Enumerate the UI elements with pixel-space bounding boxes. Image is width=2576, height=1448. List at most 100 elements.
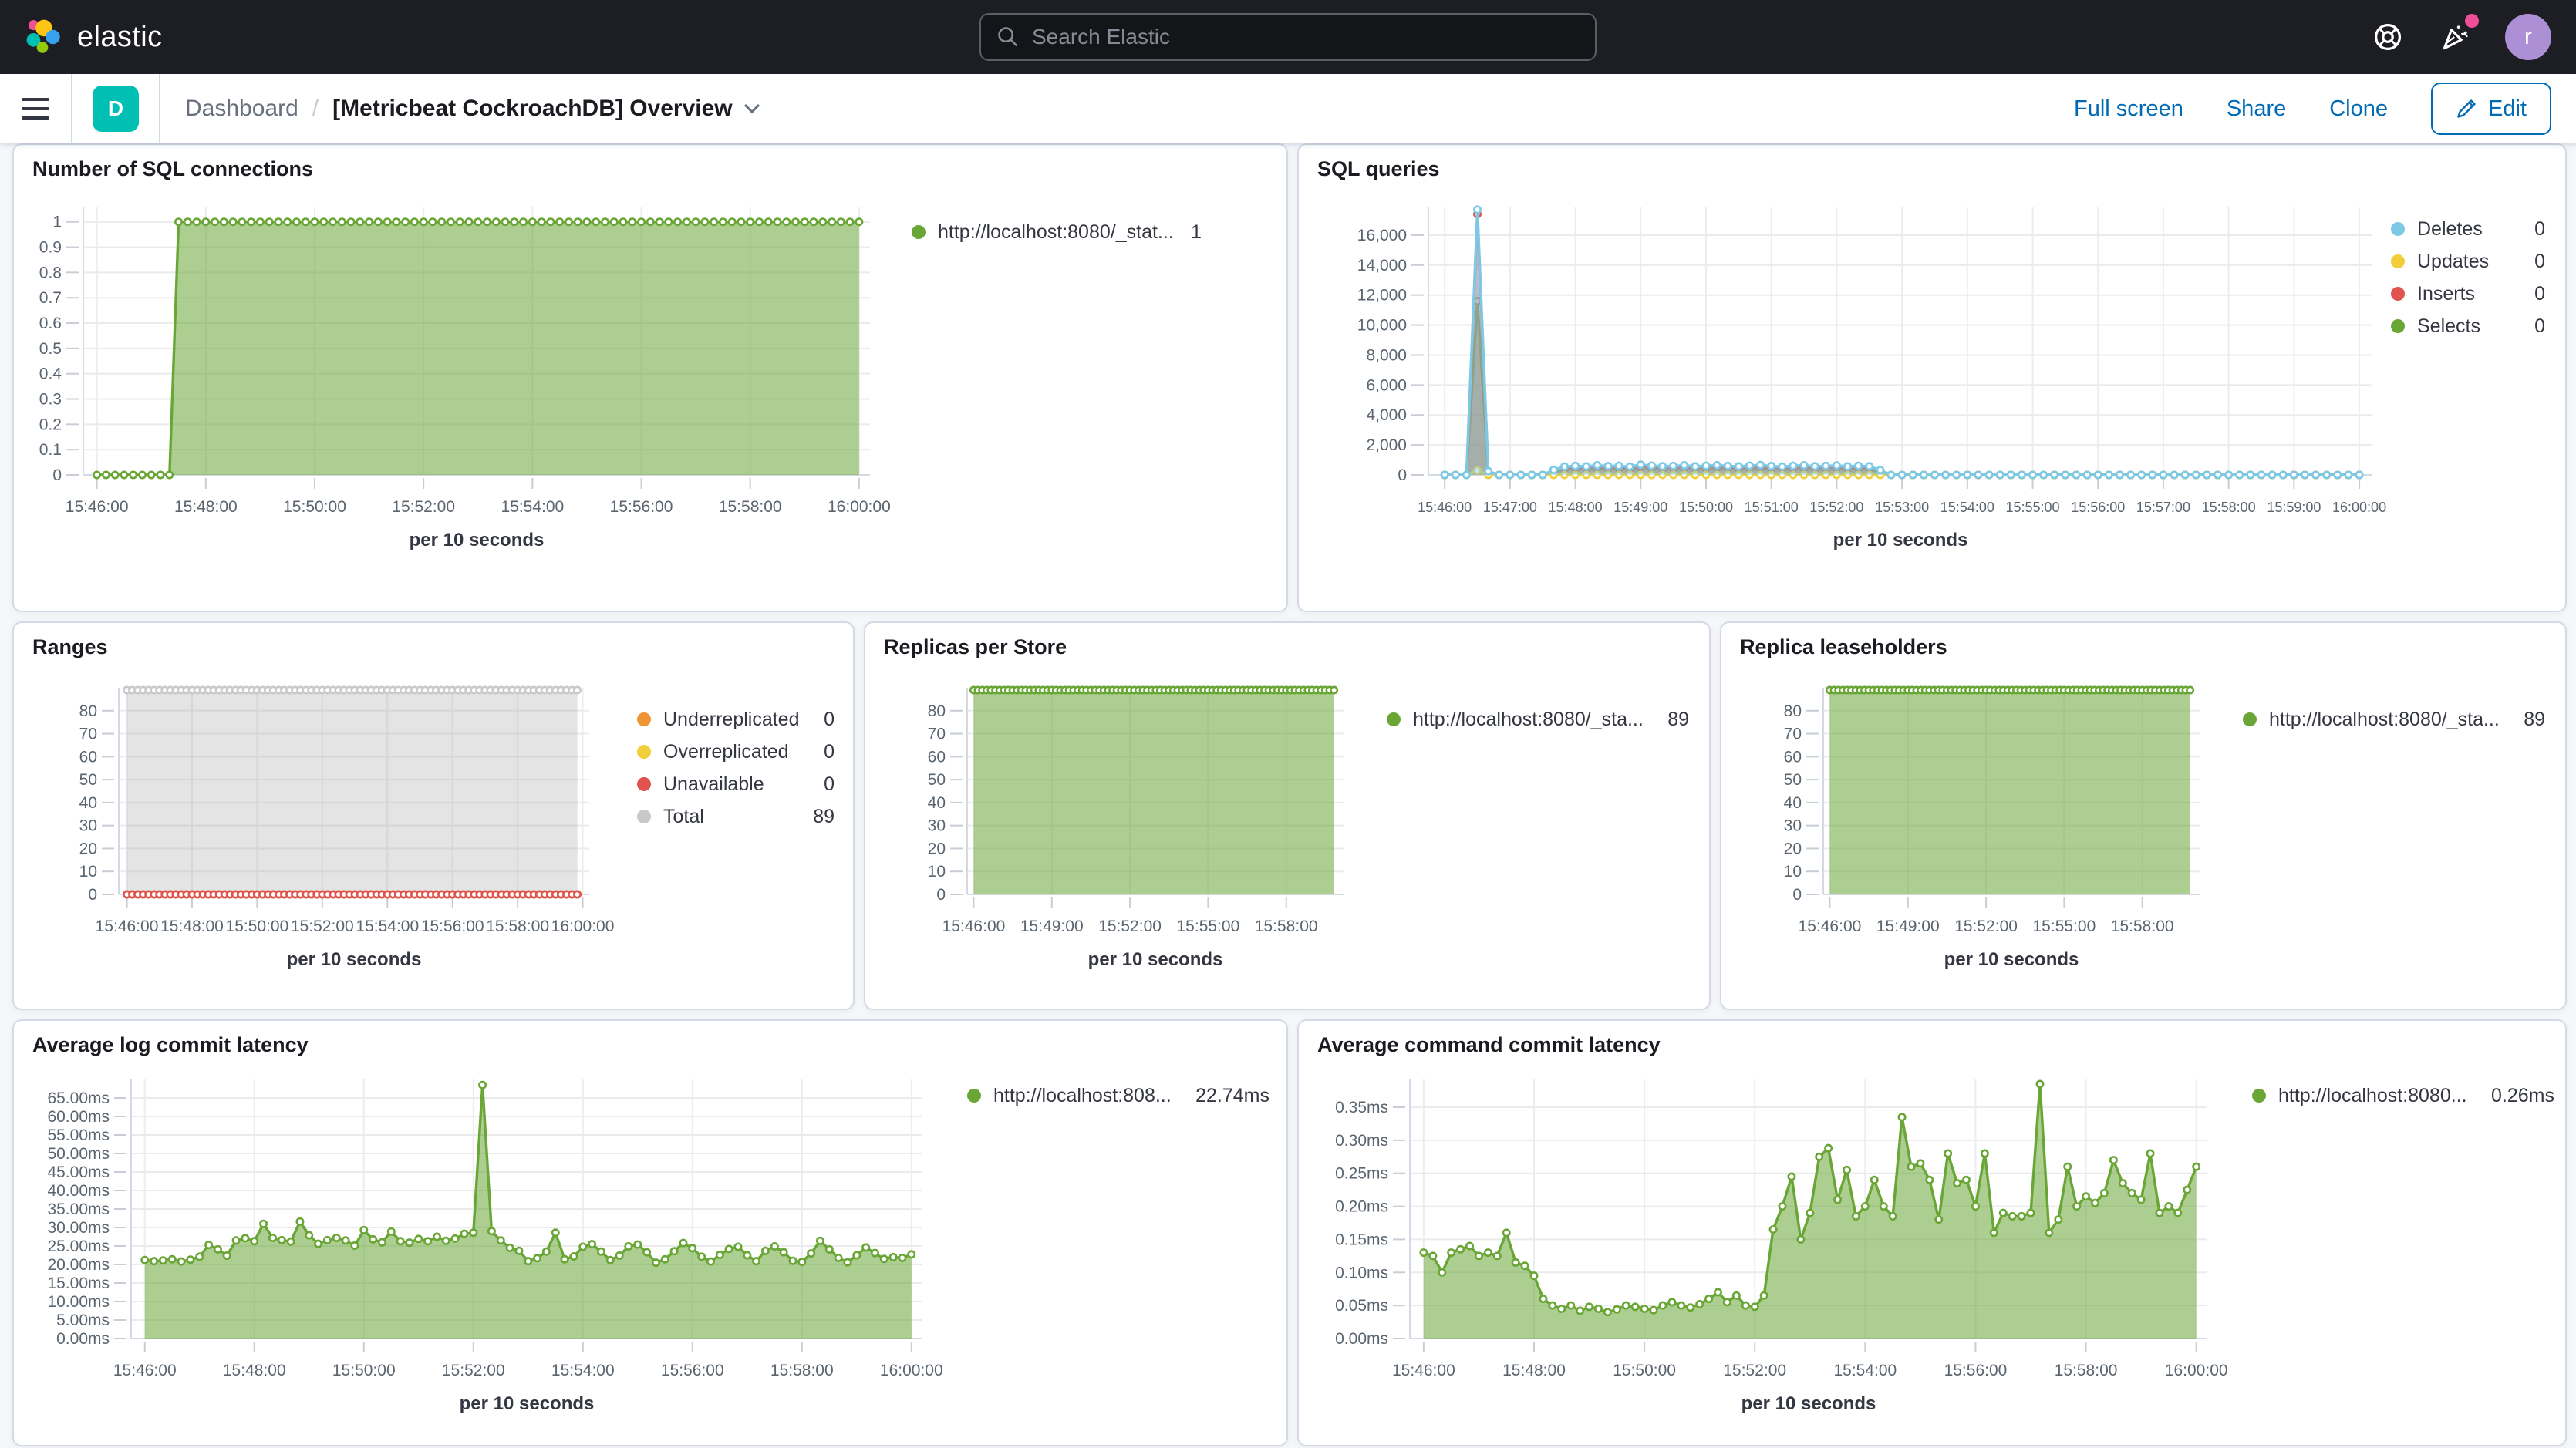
svg-text:16:00:00: 16:00:00	[828, 498, 891, 516]
legend-dot-icon	[637, 777, 651, 791]
legend-item[interactable]: http://localhost:8080/_sta...89	[2243, 703, 2545, 736]
edit-button[interactable]: Edit	[2431, 83, 2551, 135]
search-input[interactable]: Search Elastic	[979, 13, 1597, 61]
svg-text:55.00ms: 55.00ms	[47, 1126, 110, 1144]
svg-text:80: 80	[1784, 702, 1802, 720]
share-button[interactable]: Share	[2227, 96, 2286, 122]
svg-text:10.00ms: 10.00ms	[47, 1293, 110, 1311]
area-chart-replicas-per-store[interactable]: 8070605040302010015:46:0015:49:0015:52:0…	[872, 675, 1381, 993]
legend-item[interactable]: http://localhost:8080/_stat...1	[912, 216, 1202, 248]
clone-button[interactable]: Clone	[2329, 96, 2388, 122]
svg-text:15:52:00: 15:52:00	[1809, 500, 1863, 515]
area-chart-sql-connections[interactable]: 10.90.80.70.60.50.40.30.20.1015:46:0015:…	[26, 197, 990, 567]
legend-item[interactable]: Deletes0	[2391, 213, 2545, 245]
svg-text:30: 30	[1784, 817, 1802, 835]
svg-text:15:55:00: 15:55:00	[1177, 918, 1240, 935]
chart-legend: http://localhost:8080...0.26ms	[2252, 1079, 2554, 1112]
svg-text:15:48:00: 15:48:00	[1502, 1362, 1566, 1379]
svg-text:15:46:00: 15:46:00	[96, 918, 159, 935]
life-ring-icon	[2371, 20, 2405, 54]
chart-legend: http://localhost:8080/_stat...1	[912, 216, 1202, 248]
legend-label: Selects	[2417, 315, 2522, 338]
svg-text:60: 60	[928, 748, 946, 766]
panel-replica-leaseholders: Replica leaseholders 8070605040302010015…	[1720, 621, 2567, 1010]
page-title-text: [Metricbeat CockroachDB] Overview	[332, 96, 733, 122]
svg-text:0.35ms: 0.35ms	[1335, 1099, 1388, 1116]
chart-legend: Underreplicated0Overreplicated0Unavailab…	[637, 703, 835, 833]
legend-label: http://localhost:808...	[993, 1085, 1183, 1107]
legend-dot-icon	[637, 712, 651, 726]
legend-item[interactable]: http://localhost:8080/_sta...89	[1387, 703, 1689, 736]
full-screen-button[interactable]: Full screen	[2074, 96, 2183, 122]
svg-text:per 10 seconds: per 10 seconds	[1944, 949, 2079, 970]
legend-item[interactable]: Underreplicated0	[637, 703, 835, 736]
news-button[interactable]	[2437, 19, 2474, 56]
svg-text:12,000: 12,000	[1357, 287, 1407, 305]
dashboard-badge[interactable]: D	[93, 86, 139, 132]
elastic-logo-icon	[22, 16, 63, 58]
legend-item[interactable]: http://localhost:808... 22.74ms	[967, 1079, 1269, 1112]
legend-item[interactable]: Updates0	[2391, 245, 2545, 278]
svg-text:0: 0	[1398, 466, 1407, 484]
dashboard-grid: Number of SQL connections 10.90.80.70.60…	[0, 143, 2576, 1448]
area-chart-sql-queries[interactable]: 16,00014,00012,00010,0008,0006,0004,0002…	[1311, 197, 2416, 567]
chart-legend: http://localhost:808... 22.74ms	[967, 1079, 1269, 1112]
breadcrumb-dashboard-link[interactable]: Dashboard	[185, 96, 298, 122]
svg-text:15:56:00: 15:56:00	[610, 498, 673, 516]
kibana-app: elastic Search Elastic	[0, 0, 2576, 1448]
legend-value: 22.74ms	[1195, 1085, 1269, 1107]
svg-text:20: 20	[1784, 840, 1802, 857]
legend-value: 0	[2534, 251, 2545, 273]
chart-legend: http://localhost:8080/_sta...89	[2243, 703, 2545, 736]
panel-sql-connections: Number of SQL connections 10.90.80.70.60…	[12, 143, 1288, 612]
svg-text:60.00ms: 60.00ms	[47, 1108, 110, 1126]
svg-text:2,000: 2,000	[1366, 436, 1407, 454]
svg-text:15:52:00: 15:52:00	[392, 498, 455, 516]
legend-item[interactable]: http://localhost:8080...0.26ms	[2252, 1079, 2554, 1112]
legend-item[interactable]: Overreplicated0	[637, 736, 835, 768]
panel-command-commit-latency: Average command commit latency 0.35ms0.3…	[1297, 1019, 2567, 1446]
svg-text:0.9: 0.9	[39, 239, 62, 257]
svg-text:15:46:00: 15:46:00	[113, 1362, 177, 1379]
legend-item[interactable]: Total89	[637, 800, 835, 833]
panel-ranges: Ranges 8070605040302010015:46:0015:48:00…	[12, 621, 855, 1010]
legend-item[interactable]: Unavailable0	[637, 768, 835, 800]
svg-text:70: 70	[928, 726, 946, 743]
area-chart-ranges[interactable]: 8070605040302010015:46:0015:48:0015:50:0…	[20, 675, 637, 993]
svg-text:0.2: 0.2	[39, 416, 62, 433]
chevron-down-icon[interactable]	[743, 103, 760, 114]
nav-menu-button[interactable]	[0, 74, 72, 143]
svg-text:4,000: 4,000	[1366, 406, 1407, 424]
legend-value: 0	[824, 709, 835, 731]
svg-text:per 10 seconds: per 10 seconds	[287, 949, 422, 970]
user-avatar[interactable]: r	[2505, 14, 2551, 60]
elastic-brand[interactable]: elastic	[22, 16, 163, 58]
legend-label: http://localhost:8080...	[2278, 1085, 2479, 1107]
svg-text:15:46:00: 15:46:00	[66, 498, 129, 516]
area-chart-command-commit-latency[interactable]: 0.35ms0.30ms0.25ms0.20ms0.15ms0.10ms0.05…	[1311, 1067, 2246, 1437]
legend-value: 89	[1667, 709, 1689, 731]
legend-item[interactable]: Selects0	[2391, 310, 2545, 342]
legend-value: 0	[2534, 283, 2545, 305]
svg-text:15:57:00: 15:57:00	[2136, 500, 2190, 515]
svg-text:15:50:00: 15:50:00	[1679, 500, 1733, 515]
svg-text:15:51:00: 15:51:00	[1745, 500, 1799, 515]
area-chart-log-commit-latency[interactable]: 65.00ms60.00ms55.00ms50.00ms45.00ms40.00…	[26, 1067, 961, 1437]
brand-text: elastic	[77, 21, 163, 54]
area-chart-replica-leaseholders[interactable]: 8070605040302010015:46:0015:49:0015:52:0…	[1728, 675, 2237, 993]
panel-title: Average log commit latency	[32, 1033, 309, 1057]
svg-text:30.00ms: 30.00ms	[47, 1219, 110, 1237]
svg-text:35.00ms: 35.00ms	[47, 1200, 110, 1218]
svg-text:0.5: 0.5	[39, 340, 62, 358]
search-icon	[996, 25, 1020, 49]
svg-text:10: 10	[928, 863, 946, 881]
legend-dot-icon	[2391, 319, 2405, 333]
svg-text:0.05ms: 0.05ms	[1335, 1297, 1388, 1315]
help-button[interactable]	[2369, 19, 2406, 56]
svg-text:15:50:00: 15:50:00	[226, 918, 289, 935]
legend-dot-icon	[2391, 254, 2405, 268]
legend-value: 0	[2534, 218, 2545, 241]
legend-label: Overreplicated	[663, 741, 811, 763]
svg-text:15:54:00: 15:54:00	[1833, 1362, 1897, 1379]
legend-item[interactable]: Inserts0	[2391, 278, 2545, 310]
